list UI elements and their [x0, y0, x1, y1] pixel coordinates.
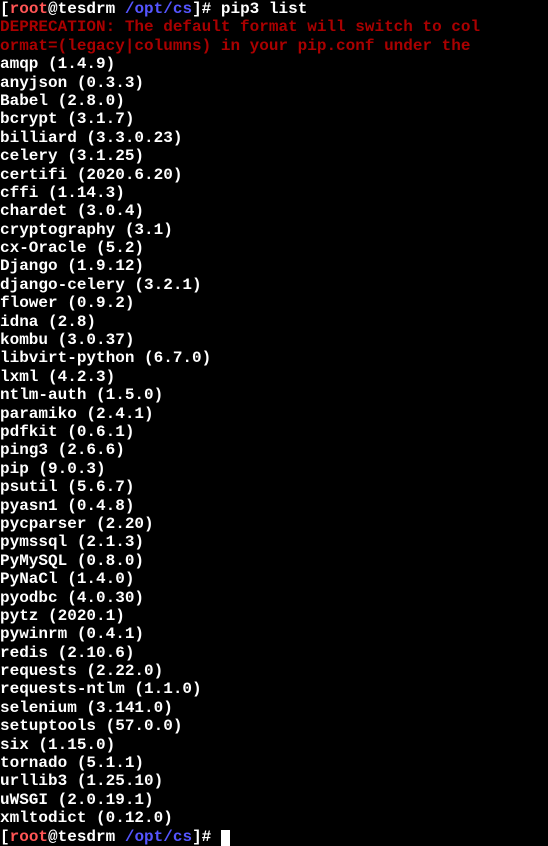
prompt2-at: @ [48, 828, 58, 846]
package-line: paramiko (2.4.1) [0, 405, 154, 423]
package-line: billiard (3.3.0.23) [0, 129, 182, 147]
package-line: psutil (5.6.7) [0, 478, 134, 496]
bracket-close: ] [192, 0, 202, 18]
package-line: cffi (1.14.3) [0, 184, 125, 202]
package-line: pdfkit (0.6.1) [0, 423, 134, 441]
bracket-close-2: ] [192, 828, 202, 846]
deprecation-warning-line1: DEPRECATION: The default format will swi… [0, 18, 480, 36]
package-line: pytz (2020.1) [0, 607, 125, 625]
package-line: django-celery (3.2.1) [0, 276, 202, 294]
package-list: amqp (1.4.9) anyjson (0.3.3) Babel (2.8.… [0, 55, 548, 827]
package-line: flower (0.9.2) [0, 294, 134, 312]
prompt-user: root [10, 0, 48, 18]
package-line: certifi (2020.6.20) [0, 166, 182, 184]
prompt2-path: /opt/cs [125, 828, 192, 846]
deprecation-warning-line2: ormat=(legacy|columns) in your pip.conf … [0, 37, 480, 55]
cursor[interactable] [221, 830, 230, 846]
terminal-output: [root@tesdrm /opt/cs]# pip3 list DEPRECA… [0, 0, 548, 846]
package-line: Babel (2.8.0) [0, 92, 125, 110]
package-line: kombu (3.0.37) [0, 331, 134, 349]
package-line: pycparser (2.20) [0, 515, 154, 533]
package-line: redis (2.10.6) [0, 644, 134, 662]
package-line: idna (2.8) [0, 313, 96, 331]
package-line: amqp (1.4.9) [0, 55, 115, 73]
package-line: pip (9.0.3) [0, 460, 106, 478]
package-line: requests (2.22.0) [0, 662, 163, 680]
package-line: chardet (3.0.4) [0, 202, 144, 220]
prompt-host: tesdrm [58, 0, 116, 18]
package-line: setuptools (57.0.0) [0, 717, 182, 735]
package-line: PyNaCl (1.4.0) [0, 570, 134, 588]
package-line: PyMySQL (0.8.0) [0, 552, 144, 570]
package-line: anyjson (0.3.3) [0, 74, 144, 92]
package-line: requests-ntlm (1.1.0) [0, 680, 202, 698]
package-line: celery (3.1.25) [0, 147, 144, 165]
bracket-open: [ [0, 0, 10, 18]
prompt2-hash: # [202, 828, 221, 846]
package-line: selenium (3.141.0) [0, 699, 173, 717]
package-line: ping3 (2.6.6) [0, 441, 125, 459]
package-line: lxml (4.2.3) [0, 368, 115, 386]
package-line: libvirt-python (6.7.0) [0, 349, 211, 367]
package-line: pyasn1 (0.4.8) [0, 497, 134, 515]
package-line: bcrypt (3.1.7) [0, 110, 134, 128]
package-line: pymssql (2.1.3) [0, 533, 144, 551]
package-line: uWSGI (2.0.19.1) [0, 791, 154, 809]
prompt-hash: # [202, 0, 221, 18]
prompt-path: /opt/cs [125, 0, 192, 18]
package-line: ntlm-auth (1.5.0) [0, 386, 163, 404]
prompt2-user: root [10, 828, 48, 846]
prompt-at: @ [48, 0, 58, 18]
bracket-open-2: [ [0, 828, 10, 846]
package-line: xmltodict (0.12.0) [0, 809, 173, 827]
package-line: cryptography (3.1) [0, 221, 173, 239]
package-line: urllib3 (1.25.10) [0, 772, 163, 790]
package-line: cx-Oracle (5.2) [0, 239, 144, 257]
package-line: Django (1.9.12) [0, 257, 144, 275]
prompt2-host: tesdrm [58, 828, 116, 846]
package-line: six (1.15.0) [0, 736, 115, 754]
package-line: pywinrm (0.4.1) [0, 625, 144, 643]
package-line: pyodbc (4.0.30) [0, 589, 144, 607]
package-line: tornado (5.1.1) [0, 754, 144, 772]
command-text: pip3 list [221, 0, 307, 18]
